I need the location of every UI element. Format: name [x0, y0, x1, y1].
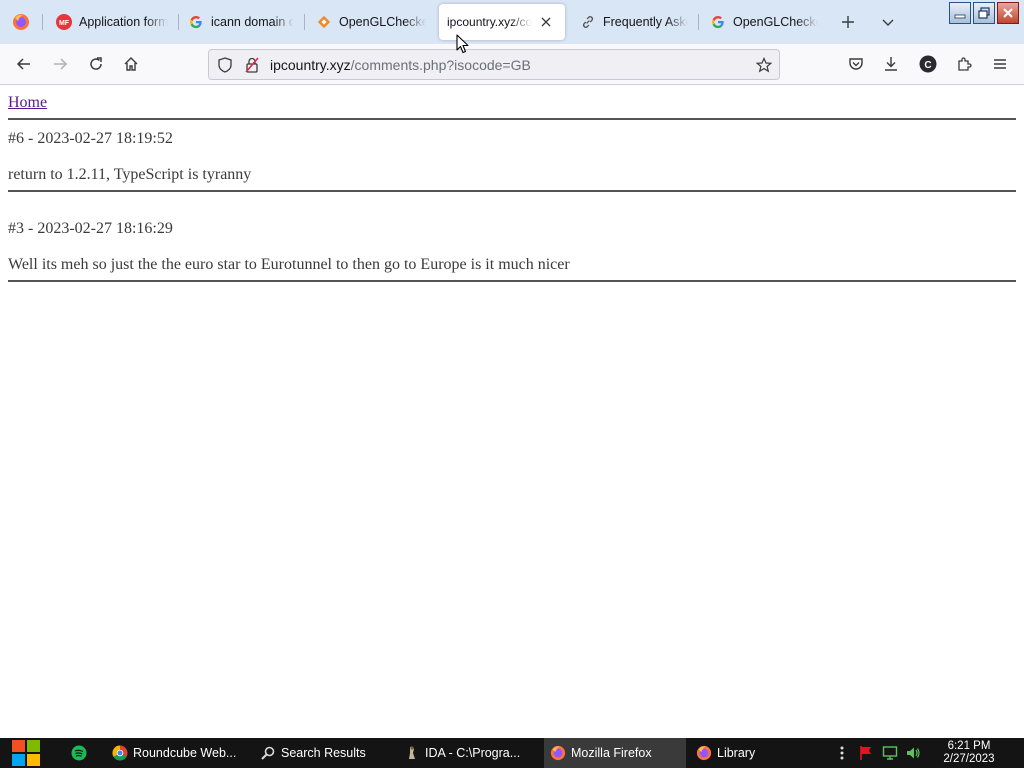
taskbar-item-label: Library [717, 746, 756, 760]
list-all-tabs-chevron-icon[interactable] [874, 8, 902, 36]
divider [8, 190, 1016, 192]
divider [8, 280, 1016, 282]
taskbar-item-search-results[interactable]: Search Results [254, 738, 394, 768]
tab-label: OpenGLChecker [339, 15, 426, 29]
tab-separator [304, 14, 305, 30]
tab-label: OpenGLChecke [733, 15, 818, 29]
extensions-puzzle-icon[interactable] [949, 49, 979, 79]
system-clock[interactable]: 6:21 PM 2/27/2023 [934, 740, 1004, 766]
clock-time: 6:21 PM [947, 740, 991, 752]
firefox-menu-icon[interactable] [0, 0, 42, 44]
comment-header: #6 - 2023-02-27 18:19:52 [8, 130, 173, 147]
chrome-icon [112, 745, 128, 761]
home-link[interactable]: Home [8, 94, 47, 112]
taskbar-item-label: Mozilla Firefox [571, 746, 652, 760]
comment-text: Well its meh so just the the euro star t… [8, 256, 570, 273]
opengl-checker-icon [316, 14, 332, 30]
bookmark-star-icon[interactable] [755, 56, 773, 74]
comment-text: return to 1.2.11, TypeScript is tyranny [8, 166, 252, 183]
tab-separator [42, 14, 43, 30]
taskbar-item-firefox[interactable]: Mozilla Firefox [544, 738, 686, 768]
forward-arrow-icon[interactable] [45, 49, 75, 79]
clock-date: 2/27/2023 [943, 753, 995, 765]
google-icon [710, 14, 726, 30]
restore-window-icon[interactable] [973, 2, 995, 24]
home-icon[interactable] [116, 49, 146, 79]
link-icon [580, 14, 596, 30]
tab-label: Frequently Aske [603, 15, 688, 29]
tab-icann-domain[interactable]: icann domain cre [180, 4, 302, 40]
tab-frequently-asked[interactable]: Frequently Aske [572, 4, 696, 40]
downloads-icon[interactable] [876, 49, 906, 79]
tab-label: icann domain cre [211, 15, 294, 29]
windows-start-icon[interactable] [8, 738, 44, 768]
tab-separator [178, 14, 179, 30]
taskbar: Roundcube Web... Search Results IDA - C:… [0, 738, 1024, 768]
taskbar-item-label: Roundcube Web... [133, 746, 237, 760]
comment-header: #3 - 2023-02-27 18:16:29 [8, 220, 173, 237]
tab-separator [698, 14, 699, 30]
minimize-window-icon[interactable] [949, 2, 971, 24]
taskbar-item-library[interactable]: Library [690, 738, 826, 768]
hamburger-menu-icon[interactable] [985, 49, 1015, 79]
firefox-icon [550, 745, 566, 761]
reload-icon[interactable] [81, 49, 111, 79]
tab-application-form[interactable]: MF Application form [48, 4, 176, 40]
spotify-icon[interactable] [62, 738, 96, 768]
mouse-cursor-icon [456, 34, 469, 54]
account-avatar-icon[interactable]: C [913, 49, 943, 79]
insecure-lock-icon[interactable] [243, 56, 261, 74]
close-tab-icon[interactable] [538, 14, 554, 30]
google-icon [188, 14, 204, 30]
form-app-icon: MF [56, 14, 72, 30]
navigation-toolbar: ipcountry.xyz/comments.php?isocode=GB C [0, 44, 1024, 85]
search-icon [260, 745, 276, 761]
ida-icon [404, 745, 420, 761]
tab-openglchecker-2[interactable]: OpenGLChecke [702, 4, 826, 40]
tab-label: ipcountry.xyz/co [447, 15, 533, 29]
url-path: /comments.php?isocode=GB [350, 57, 531, 73]
svg-text:MF: MF [59, 20, 70, 27]
divider [8, 118, 1016, 120]
pocket-icon[interactable] [841, 49, 871, 79]
firefox-icon [696, 745, 712, 761]
action-center-flag-icon[interactable] [858, 745, 874, 761]
back-arrow-icon[interactable] [9, 49, 39, 79]
tab-openglchecker[interactable]: OpenGLChecker [308, 4, 434, 40]
taskbar-item-label: IDA - C:\Progra... [425, 746, 521, 760]
network-monitor-icon[interactable] [882, 745, 898, 761]
url-host: ipcountry.xyz [270, 57, 351, 73]
svg-text:C: C [924, 60, 931, 71]
new-tab-plus-icon[interactable] [834, 8, 862, 36]
address-bar[interactable]: ipcountry.xyz/comments.php?isocode=GB [208, 49, 780, 80]
taskbar-item-label: Search Results [281, 746, 366, 760]
page-content: Home #6 - 2023-02-27 18:19:52 return to … [0, 86, 1024, 738]
tab-strip: MF Application form icann domain cre Ope… [0, 0, 1024, 44]
taskbar-item-ida[interactable]: IDA - C:\Progra... [398, 738, 538, 768]
tab-label: Application form [79, 15, 168, 29]
close-window-icon[interactable] [997, 2, 1019, 24]
url-text[interactable]: ipcountry.xyz/comments.php?isocode=GB [270, 57, 531, 73]
volume-speaker-icon[interactable] [905, 745, 921, 761]
taskbar-item-roundcube[interactable]: Roundcube Web... [106, 738, 248, 768]
tray-overflow-icon[interactable] [834, 745, 850, 761]
shield-icon[interactable] [216, 56, 234, 74]
